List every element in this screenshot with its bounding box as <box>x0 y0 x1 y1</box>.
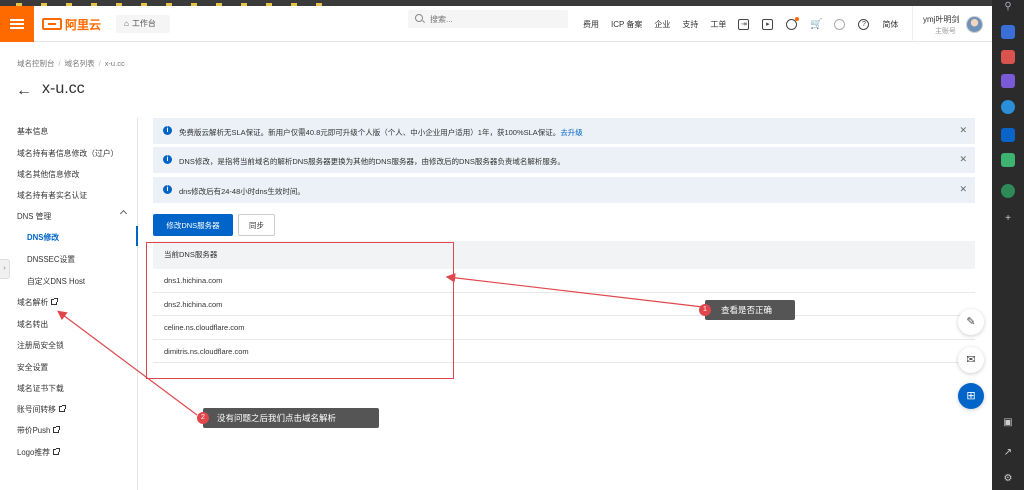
notice-text: DNS修改，是指将当前域名的解析DNS服务器更换为其他的DNS服务器，由修改后的… <box>179 157 565 166</box>
external-link-icon <box>53 426 61 433</box>
sidebar-item-custom-dns-host[interactable]: 自定义DNS Host <box>27 276 85 287</box>
breadcrumb-current: x-u.cc <box>104 59 125 68</box>
nav-icp[interactable]: ICP 备案 <box>611 19 642 30</box>
sidebar-item-price-push[interactable]: 带价Push <box>17 425 61 436</box>
breadcrumb-domain-console[interactable]: 域名控制台 <box>17 59 55 68</box>
info-icon: i <box>163 126 172 135</box>
page-title: x-u.cc <box>42 80 85 97</box>
gear-icon[interactable]: ⚙ <box>1001 472 1015 486</box>
sidebar-item-dns-resolve[interactable]: 域名解析 <box>17 297 59 308</box>
notice-text: dns修改后有24-48小时dns生效时间。 <box>179 187 305 196</box>
active-indicator <box>136 226 138 246</box>
notice-text: 免费版云解析无SLA保证。新用户仅需40.8元即可升级个人版（个人、中小企业用户… <box>179 127 583 138</box>
avatar[interactable] <box>966 16 983 33</box>
notice-upgrade: i 免费版云解析无SLA保证。新用户仅需40.8元即可升级个人版（个人、中小企业… <box>153 118 975 144</box>
info-icon: i <box>163 155 172 164</box>
external-link-icon <box>51 298 59 305</box>
sidebar-item-dns-resolve-label: 域名解析 <box>17 298 49 307</box>
sidebar-item-price-push-label: 带价Push <box>17 426 51 435</box>
notice-message: 免费版云解析无SLA保证。新用户仅需40.8元即可升级个人版（个人、中小企业用户… <box>179 128 561 137</box>
annotation-callout-1: 1 查看是否正确 <box>699 300 795 320</box>
annotation-number: 2 <box>197 412 209 424</box>
top-nav: 费用 ICP 备案 企业 支持 工单 ⇥ ▸ 🛒 ? 简体 <box>583 6 910 42</box>
sidebar-item-transfer-out[interactable]: 域名转出 <box>17 319 48 330</box>
nav-fees[interactable]: 费用 <box>583 19 599 30</box>
chess-icon[interactable] <box>1001 74 1015 88</box>
browser-sidebar: ⚲ + ▣ ↗ ⚙ <box>992 0 1024 490</box>
terminal-icon[interactable]: ▸ <box>762 18 774 30</box>
external-link-icon <box>52 448 60 455</box>
sidebar-item-holder-change[interactable]: 域名持有者信息修改（过户） <box>17 148 118 159</box>
modify-dns-button[interactable]: 修改DNS服务器 <box>153 214 233 236</box>
logo-text: 阿里云 <box>65 17 102 32</box>
sidebar-item-other-info[interactable]: 域名其他信息修改 <box>17 169 79 180</box>
workbench-button[interactable]: ⌂ 工作台 <box>116 15 170 33</box>
screen-icon[interactable]: ▣ <box>1001 416 1015 430</box>
sidebar-item-logo-recommend[interactable]: Logo推荐 <box>17 447 60 458</box>
upgrade-link[interactable]: 去升级 <box>560 128 583 137</box>
logo-mark-icon <box>42 18 62 30</box>
cart-icon[interactable]: 🛒 <box>810 19 822 30</box>
sidebar-item-account-transfer-label: 账号间转移 <box>17 405 56 414</box>
annotation-text: 查看是否正确 <box>721 305 773 315</box>
menu-button[interactable] <box>0 6 34 42</box>
language-switch[interactable]: 简体 <box>882 19 898 30</box>
external-link-icon[interactable]: ↗ <box>1001 446 1015 460</box>
toolbox-icon[interactable] <box>1001 50 1015 64</box>
copilot-icon[interactable] <box>1001 100 1015 114</box>
user-menu[interactable]: ymj叶明剑 主账号 <box>912 6 959 42</box>
breadcrumb-domain-list[interactable]: 域名列表 <box>65 59 95 68</box>
close-icon[interactable]: ✕ <box>959 185 967 194</box>
highlight-box <box>146 242 454 379</box>
sidebar-item-registry-lock[interactable]: 注册局安全锁 <box>17 340 64 351</box>
workbench-label: 工作台 <box>131 19 156 28</box>
sidebar-item-security[interactable]: 安全设置 <box>17 362 48 373</box>
collapse-sidebar-button[interactable]: › <box>0 259 10 279</box>
user-name: ymj叶明剑 <box>923 15 960 24</box>
outlook-icon[interactable] <box>1001 128 1015 142</box>
cloud-shell-icon[interactable]: ⇥ <box>738 18 750 30</box>
notice-dns-time: i dns修改后有24-48小时dns生效时间。 ✕ <box>153 177 975 203</box>
add-icon[interactable]: + <box>1001 212 1015 226</box>
sidebar-item-basic-info[interactable]: 基本信息 <box>17 126 48 137</box>
close-icon[interactable]: ✕ <box>959 126 967 135</box>
sidebar-item-dns-modify[interactable]: DNS修改 <box>27 232 59 243</box>
nav-enterprise[interactable]: 企业 <box>654 19 670 30</box>
user-sub: 主账号 <box>935 28 956 35</box>
nav-tickets[interactable]: 工单 <box>710 19 726 30</box>
nav-support[interactable]: 支持 <box>682 19 698 30</box>
apps-icon[interactable]: ⊞ <box>958 383 984 409</box>
tree-icon[interactable] <box>1001 184 1015 198</box>
notice-dns-info: i DNS修改，是指将当前域名的解析DNS服务器更换为其他的DNS服务器，由修改… <box>153 147 975 173</box>
sidebar-item-real-name[interactable]: 域名持有者实名认证 <box>17 190 87 201</box>
tag-icon[interactable] <box>1001 25 1015 39</box>
sidebar-item-dns-manage[interactable]: DNS 管理 <box>17 211 51 222</box>
help-icon[interactable]: ? <box>858 18 870 30</box>
annotation-text: 没有问题之后我们点击域名解析 <box>217 413 337 423</box>
sidebar-item-account-transfer[interactable]: 账号间转移 <box>17 404 66 415</box>
annotation-number: 1 <box>699 304 711 316</box>
send-icon[interactable] <box>1001 153 1015 167</box>
close-icon[interactable]: ✕ <box>959 155 967 164</box>
bell-icon[interactable] <box>786 16 800 30</box>
home-icon: ⌂ <box>124 19 129 28</box>
annotation-callout-2: 2 没有问题之后我们点击域名解析 <box>197 408 379 428</box>
breadcrumb: 域名控制台 / 域名列表 / x-u.cc <box>17 59 125 68</box>
edit-icon[interactable]: ✎ <box>958 309 984 335</box>
sync-button[interactable]: 同步 <box>238 214 275 236</box>
sidebar-item-dnssec[interactable]: DNSSEC设置 <box>27 254 75 265</box>
chat-icon[interactable]: ✉ <box>958 347 984 373</box>
bulb-icon[interactable] <box>834 18 846 30</box>
search-input[interactable] <box>408 10 568 28</box>
search-icon <box>415 14 423 22</box>
info-icon: i <box>163 185 172 194</box>
back-arrow-icon[interactable]: ← <box>16 83 32 99</box>
external-link-icon <box>58 405 66 412</box>
search-icon[interactable]: ⚲ <box>1001 0 1015 14</box>
logo[interactable]: 阿里云 <box>42 15 101 33</box>
sidebar-item-cert-download[interactable]: 域名证书下载 <box>17 383 64 394</box>
sidebar-item-logo-recommend-label: Logo推荐 <box>17 448 50 457</box>
